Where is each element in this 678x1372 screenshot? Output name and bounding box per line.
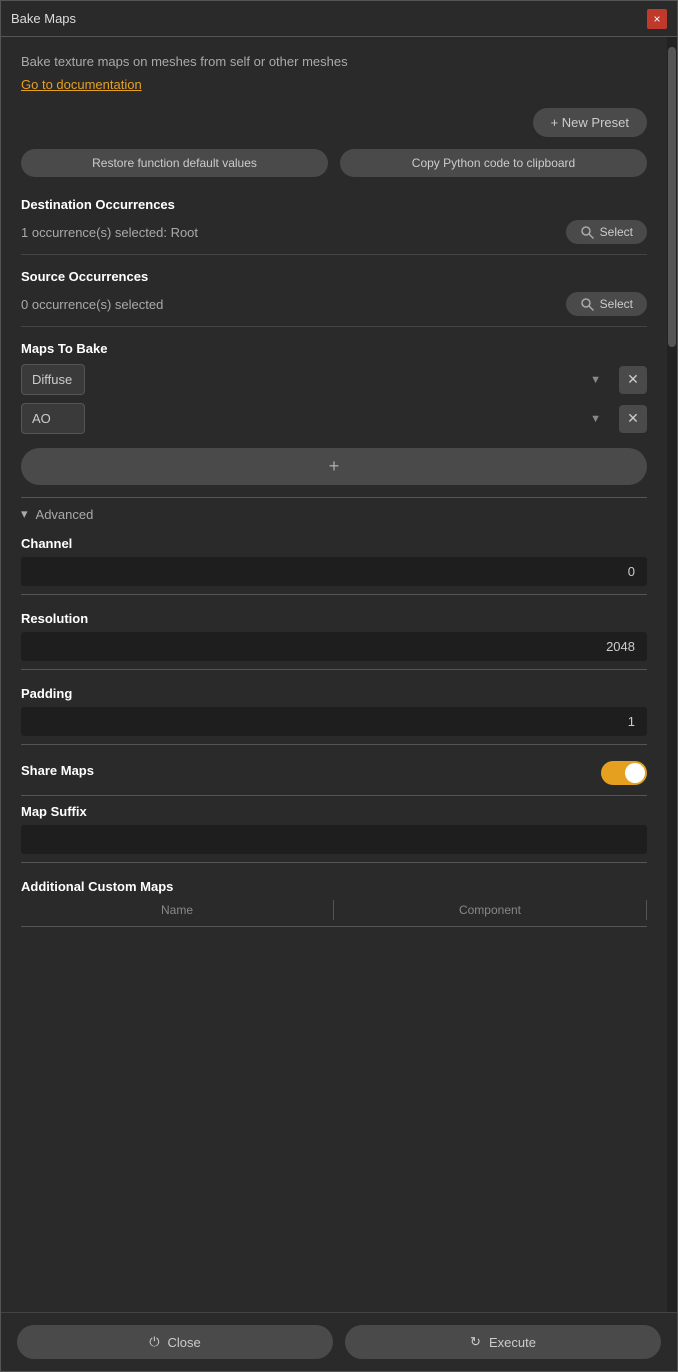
source-label: Source Occurrences — [21, 269, 647, 284]
remove-icon-1: ✕ — [627, 410, 639, 427]
share-maps-divider — [21, 795, 647, 796]
padding-label: Padding — [21, 686, 647, 701]
maps-label: Maps To Bake — [21, 341, 647, 356]
map-suffix-label: Map Suffix — [21, 804, 647, 819]
channel-divider — [21, 594, 647, 595]
channel-field: Channel — [21, 536, 647, 595]
source-select-label: Select — [600, 297, 633, 311]
map-dropdown-wrapper-1: AO Diffuse Normal ▼ — [21, 403, 611, 434]
maps-section: Diffuse AO Normal ▼ ✕ AO — [21, 364, 647, 489]
map-suffix-input[interactable] — [21, 825, 647, 854]
execute-button[interactable]: ↻ Execute — [345, 1325, 661, 1359]
column-name: Name — [21, 903, 333, 917]
advanced-chevron-icon: ▾ — [21, 506, 28, 522]
doc-link[interactable]: Go to documentation — [21, 77, 142, 92]
destination-select-button[interactable]: Select — [566, 220, 647, 244]
map-dropdown-wrapper-0: Diffuse AO Normal ▼ — [21, 364, 611, 395]
search-icon — [580, 225, 594, 239]
title-bar: Bake Maps × — [1, 1, 677, 37]
execute-label: Execute — [489, 1335, 536, 1350]
map-dropdown-1[interactable]: AO Diffuse Normal — [21, 403, 85, 434]
destination-select-label: Select — [600, 225, 633, 239]
advanced-label: Advanced — [36, 507, 94, 522]
map-item-1: AO Diffuse Normal ▼ ✕ — [21, 403, 647, 434]
toggle-knob — [625, 763, 645, 783]
additional-custom-maps-label: Additional Custom Maps — [21, 879, 647, 894]
padding-input[interactable] — [21, 707, 647, 736]
new-preset-button[interactable]: + New Preset — [533, 108, 647, 137]
power-icon: ⏻ — [149, 1334, 159, 1350]
padding-input-wrapper — [21, 707, 647, 736]
bake-maps-window: Bake Maps × Bake texture maps on meshes … — [0, 0, 678, 1372]
source-row: 0 occurrence(s) selected Select — [21, 292, 647, 316]
window-title: Bake Maps — [11, 11, 76, 26]
divider-1 — [21, 254, 647, 255]
description-text: Bake texture maps on meshes from self or… — [21, 53, 647, 71]
resolution-input[interactable] — [21, 632, 647, 661]
map-suffix-divider — [21, 862, 647, 863]
source-select-button[interactable]: Select — [566, 292, 647, 316]
dropdown-arrow-0: ▼ — [590, 374, 601, 386]
share-maps-toggle[interactable] — [601, 761, 647, 785]
scrollbar-thumb — [668, 47, 676, 347]
share-maps-label: Share Maps — [21, 763, 94, 778]
remove-map-0-button[interactable]: ✕ — [619, 366, 647, 394]
column-component: Component — [334, 903, 646, 917]
map-dropdown-0[interactable]: Diffuse AO Normal — [21, 364, 85, 395]
dropdown-arrow-1: ▼ — [590, 413, 601, 425]
remove-icon-0: ✕ — [627, 371, 639, 388]
separator-1 — [21, 497, 647, 498]
close-label: Close — [168, 1335, 201, 1350]
map-suffix-field: Map Suffix — [21, 804, 647, 863]
resolution-label: Resolution — [21, 611, 647, 626]
destination-value: 1 occurrence(s) selected: Root — [21, 225, 198, 240]
add-map-button[interactable]: + — [21, 448, 647, 485]
source-value: 0 occurrence(s) selected — [21, 297, 163, 312]
remove-map-1-button[interactable]: ✕ — [619, 405, 647, 433]
footer: ⏻ Close ↻ Execute — [1, 1312, 677, 1371]
toolbar-row: + New Preset — [21, 108, 647, 137]
channel-input-wrapper — [21, 557, 647, 586]
main-content: Bake texture maps on meshes from self or… — [1, 37, 667, 1312]
close-button[interactable]: ⏻ Close — [17, 1325, 333, 1359]
channel-input[interactable] — [21, 557, 647, 586]
custom-maps-table-header: Name Component — [21, 900, 647, 927]
scrollbar[interactable] — [667, 37, 677, 1312]
divider-2 — [21, 326, 647, 327]
resolution-divider — [21, 669, 647, 670]
search-icon-2 — [580, 297, 594, 311]
padding-divider — [21, 744, 647, 745]
restore-defaults-button[interactable]: Restore function default values — [21, 149, 328, 177]
copy-python-button[interactable]: Copy Python code to clipboard — [340, 149, 647, 177]
resolution-input-wrapper — [21, 632, 647, 661]
content-area: Bake texture maps on meshes from self or… — [1, 37, 677, 1312]
action-row: Restore function default values Copy Pyt… — [21, 149, 647, 177]
share-maps-row: Share Maps — [21, 761, 647, 785]
map-item-0: Diffuse AO Normal ▼ ✕ — [21, 364, 647, 395]
channel-label: Channel — [21, 536, 647, 551]
table-divider-2 — [646, 900, 647, 920]
destination-label: Destination Occurrences — [21, 197, 647, 212]
destination-row: 1 occurrence(s) selected: Root Select — [21, 220, 647, 244]
advanced-toggle-row[interactable]: ▾ Advanced — [21, 506, 647, 522]
padding-field: Padding — [21, 686, 647, 745]
refresh-icon: ↻ — [470, 1334, 481, 1350]
resolution-field: Resolution — [21, 611, 647, 670]
close-window-button[interactable]: × — [647, 9, 667, 29]
additional-custom-maps: Additional Custom Maps Name Component — [21, 879, 647, 927]
